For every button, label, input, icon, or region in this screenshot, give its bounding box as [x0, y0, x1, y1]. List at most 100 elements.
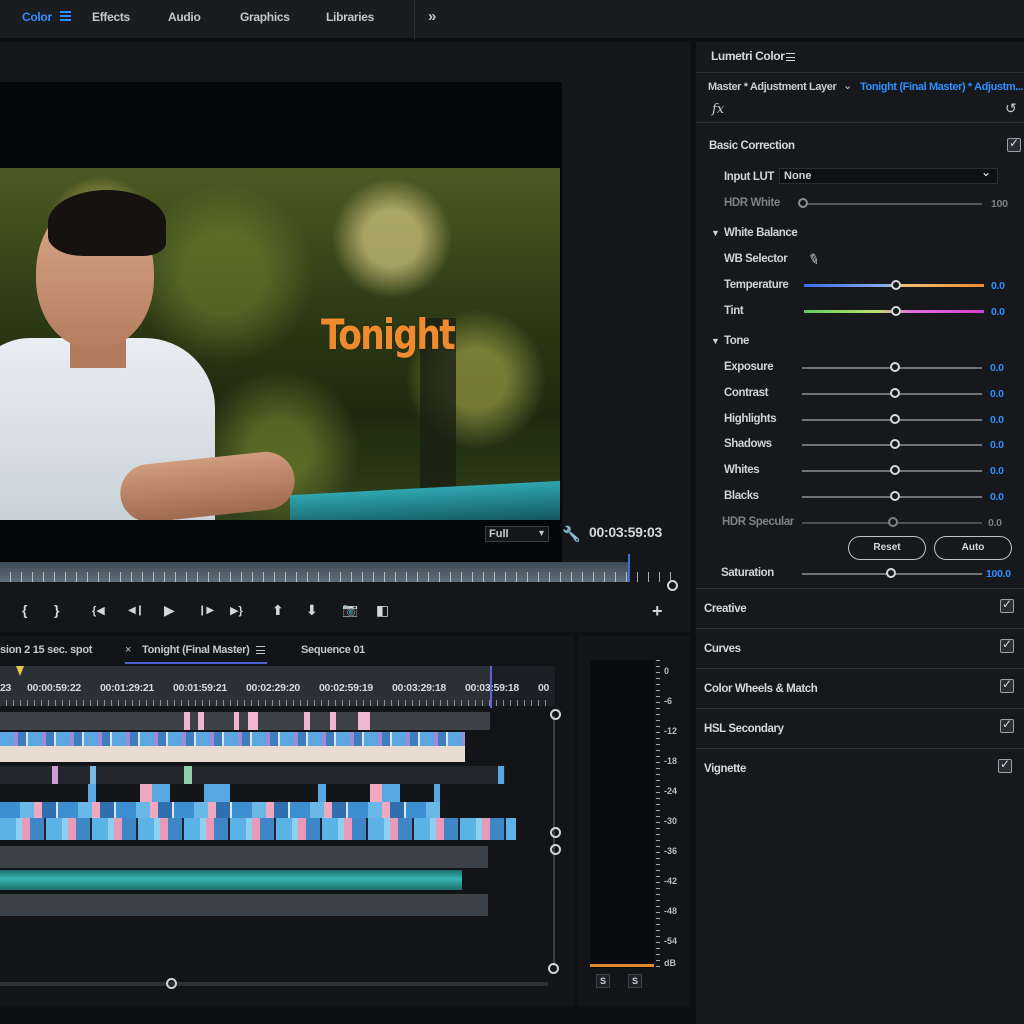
- workspace-tab-graphics[interactable]: Graphics: [240, 10, 290, 24]
- section-hsl-secondary[interactable]: HSL Secondary: [704, 723, 784, 735]
- workspace-tab-libraries[interactable]: Libraries: [326, 10, 374, 24]
- chevron-down-icon[interactable]: ⌄: [843, 79, 852, 92]
- scroll-handle[interactable]: [550, 844, 561, 855]
- track-v5[interactable]: [0, 712, 490, 730]
- solo-right-button[interactable]: S: [628, 974, 642, 988]
- section-white-balance[interactable]: White Balance: [724, 227, 798, 239]
- tint-value[interactable]: 0.0: [991, 306, 1005, 318]
- timeline-playhead[interactable]: [490, 666, 492, 708]
- compare-view-icon[interactable]: ◧: [376, 602, 389, 619]
- hdr-white-slider[interactable]: [802, 203, 982, 205]
- video-preview[interactable]: Tonight: [0, 168, 560, 520]
- section-basic-correction[interactable]: Basic Correction: [709, 140, 795, 152]
- clip[interactable]: [184, 712, 190, 730]
- highlights-value[interactable]: 0.0: [990, 414, 1004, 426]
- scroll-handle[interactable]: [548, 963, 559, 974]
- track-v1[interactable]: [0, 784, 440, 802]
- hdr-white-value[interactable]: 100: [991, 198, 1008, 210]
- step-back-button[interactable]: ◀❙: [128, 605, 144, 616]
- workspace-tab-effects[interactable]: Effects: [92, 10, 130, 24]
- sequence-tab-sequence-01[interactable]: Sequence 01: [301, 644, 365, 656]
- basic-correction-checkbox[interactable]: [1007, 136, 1021, 152]
- blacks-value[interactable]: 0.0: [990, 491, 1004, 503]
- extract-button[interactable]: ⬇: [306, 602, 318, 619]
- clip[interactable]: [52, 766, 58, 784]
- track-v1c[interactable]: [0, 818, 516, 840]
- track-a3[interactable]: [0, 894, 488, 916]
- section-tone[interactable]: Tone: [724, 335, 749, 347]
- color-wheels-checkbox[interactable]: [1000, 677, 1014, 693]
- contrast-knob[interactable]: [890, 388, 900, 398]
- reset-icon[interactable]: ↺: [1005, 100, 1017, 117]
- curves-checkbox[interactable]: [1000, 637, 1014, 653]
- clip[interactable]: [248, 712, 258, 730]
- auto-button[interactable]: Auto: [934, 536, 1012, 560]
- sequence-clip-label[interactable]: Tonight (Final Master) * Adjustm...: [860, 81, 1024, 93]
- lift-button[interactable]: ⬆: [272, 602, 284, 619]
- blacks-knob[interactable]: [890, 491, 900, 501]
- workspace-menu-icon[interactable]: [60, 11, 71, 21]
- clip[interactable]: [90, 766, 96, 784]
- fx-icon[interactable]: fx: [712, 102, 724, 117]
- clip[interactable]: [234, 712, 239, 730]
- exposure-value[interactable]: 0.0: [990, 362, 1004, 374]
- reset-button[interactable]: Reset: [848, 536, 926, 560]
- contrast-value[interactable]: 0.0: [990, 388, 1004, 400]
- mark-out-button[interactable]: }: [54, 602, 59, 618]
- temperature-knob[interactable]: [891, 280, 901, 290]
- horizontal-scroll-handle[interactable]: [166, 978, 177, 989]
- workspace-more-icon[interactable]: »: [428, 8, 436, 25]
- tint-knob[interactable]: [891, 306, 901, 316]
- clip[interactable]: [304, 712, 310, 730]
- hsl-secondary-checkbox[interactable]: [1000, 717, 1014, 733]
- track-a1[interactable]: [0, 846, 488, 868]
- clip[interactable]: [198, 712, 204, 730]
- add-button[interactable]: +: [652, 601, 663, 622]
- export-frame-icon[interactable]: 📷: [342, 602, 358, 618]
- section-vignette-bar[interactable]: Vignette: [696, 748, 1024, 788]
- exposure-knob[interactable]: [890, 362, 900, 372]
- track-a2-audio[interactable]: [0, 870, 462, 890]
- play-button[interactable]: ▶: [164, 602, 175, 619]
- panel-menu-icon[interactable]: [786, 53, 795, 61]
- whites-value[interactable]: 0.0: [990, 465, 1004, 477]
- saturation-value[interactable]: 100.0: [986, 568, 1011, 580]
- hdr-specular-knob[interactable]: [888, 517, 898, 527]
- section-curves-bar[interactable]: Curves: [696, 628, 1024, 668]
- scrub-playhead[interactable]: [628, 554, 630, 582]
- zoom-level-select[interactable]: Full: [485, 526, 549, 542]
- clip[interactable]: [330, 712, 336, 730]
- section-creative-bar[interactable]: Creative: [696, 588, 1024, 628]
- vertical-scrollbar[interactable]: [553, 716, 555, 966]
- in-point-marker[interactable]: [16, 666, 24, 676]
- go-to-in-button[interactable]: {◀: [92, 604, 105, 617]
- section-color-wheels[interactable]: Color Wheels & Match: [704, 683, 818, 695]
- section-creative[interactable]: Creative: [704, 603, 747, 615]
- horizontal-scrollbar[interactable]: [0, 982, 548, 986]
- sequence-menu-icon[interactable]: [256, 646, 265, 654]
- close-icon[interactable]: ×: [125, 644, 131, 656]
- sequence-tab-final-master[interactable]: Tonight (Final Master): [142, 644, 250, 656]
- sequence-tab-spot[interactable]: sion 2 15 sec. spot: [0, 644, 92, 656]
- solo-left-button[interactable]: S: [596, 974, 610, 988]
- vignette-checkbox[interactable]: [998, 757, 1012, 773]
- section-vignette[interactable]: Vignette: [704, 763, 746, 775]
- clip[interactable]: [498, 766, 504, 784]
- temperature-value[interactable]: 0.0: [991, 280, 1005, 292]
- wrench-icon[interactable]: 🔧: [562, 525, 581, 543]
- track-v3-title[interactable]: [0, 746, 465, 762]
- section-color-wheels-bar[interactable]: Color Wheels & Match: [696, 668, 1024, 708]
- section-hsl-secondary-bar[interactable]: HSL Secondary: [696, 708, 1024, 748]
- go-to-out-button[interactable]: ▶}: [230, 604, 243, 617]
- hdr-specular-value[interactable]: 0.0: [988, 517, 1002, 529]
- input-lut-select[interactable]: None: [779, 165, 998, 184]
- scrub-end-handle[interactable]: [667, 580, 678, 591]
- eyedropper-icon[interactable]: ✎: [805, 250, 822, 270]
- shadows-value[interactable]: 0.0: [990, 439, 1004, 451]
- clip[interactable]: [184, 766, 192, 784]
- clip[interactable]: [358, 712, 370, 730]
- mark-in-button[interactable]: {: [22, 602, 27, 618]
- track-v2[interactable]: [0, 766, 505, 784]
- workspace-tab-audio[interactable]: Audio: [168, 10, 201, 24]
- saturation-knob[interactable]: [886, 568, 896, 578]
